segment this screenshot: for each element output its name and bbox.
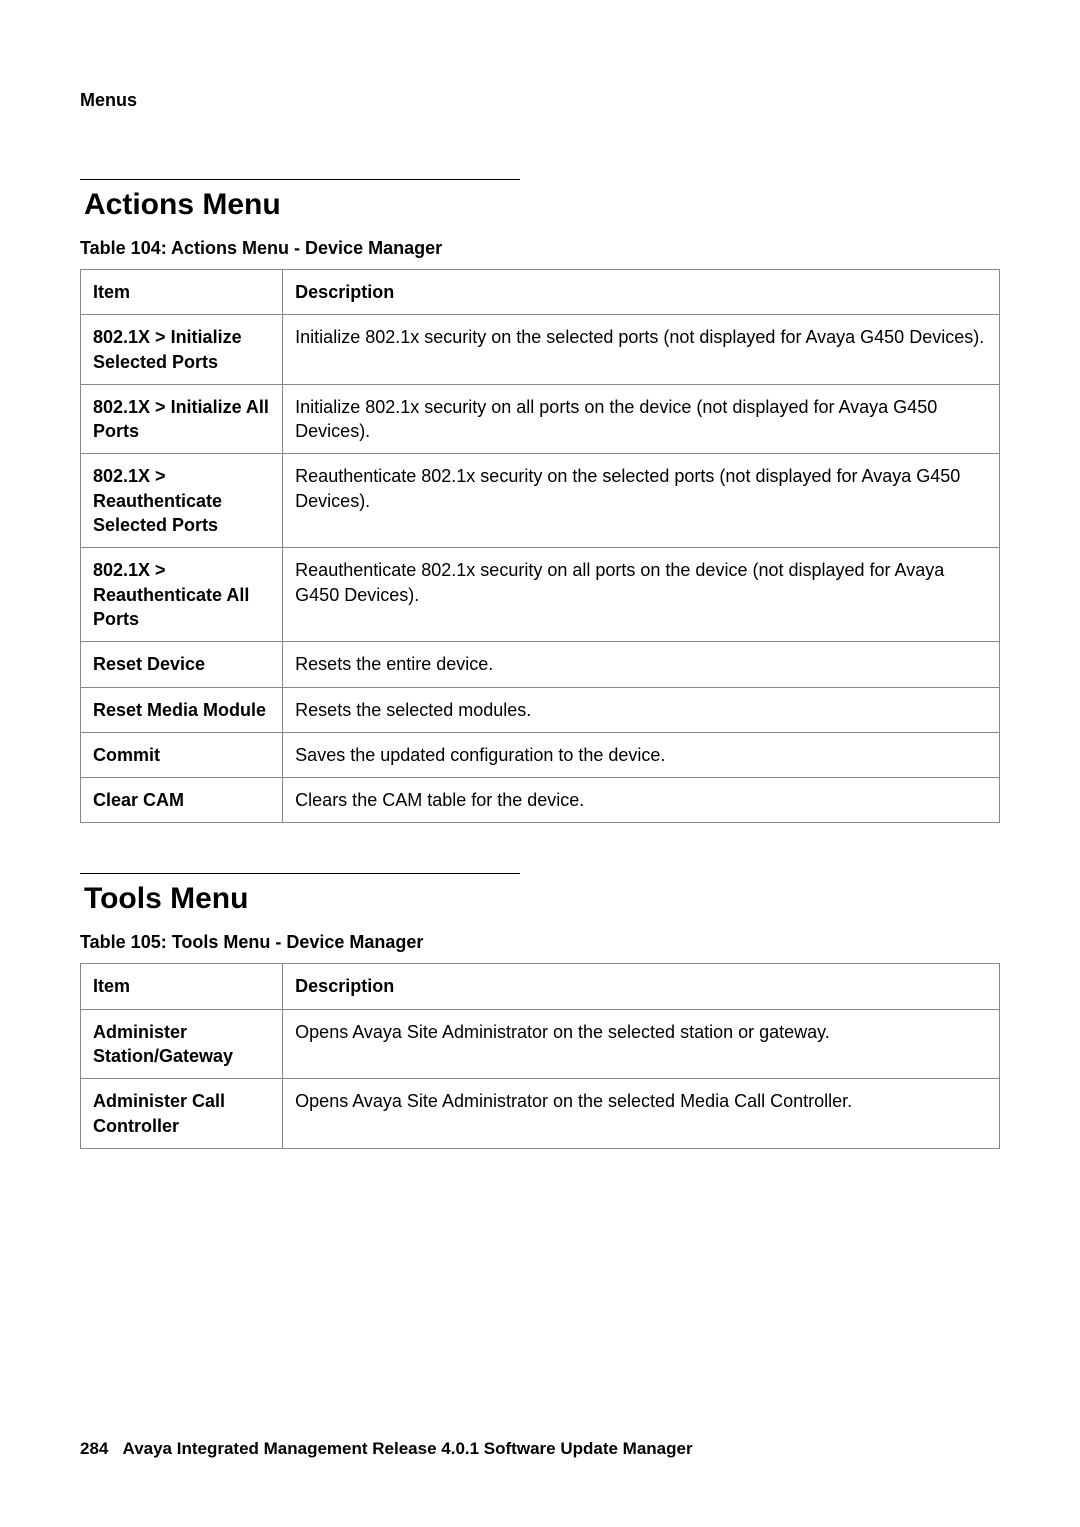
table-row: 802.1X > Reauthenticate Selected Ports R… (81, 454, 1000, 548)
table-row: Administer Call Controller Opens Avaya S… (81, 1079, 1000, 1149)
table-row: Commit Saves the updated configuration t… (81, 732, 1000, 777)
cell-item: Administer Call Controller (81, 1079, 283, 1149)
cell-item: 802.1X > Reauthenticate Selected Ports (81, 454, 283, 548)
table-row: Reset Device Resets the entire device. (81, 642, 1000, 687)
table-104-caption: Table 104: Actions Menu - Device Manager (80, 238, 1000, 259)
cell-description: Initialize 802.1x security on all ports … (283, 384, 1000, 454)
table-header-row: Item Description (81, 270, 1000, 315)
cell-item: Reset Device (81, 642, 283, 687)
cell-item: 802.1X > Initialize Selected Ports (81, 315, 283, 385)
page-footer: 284 Avaya Integrated Management Release … (80, 1439, 693, 1459)
actions-menu-title: Actions Menu (84, 188, 1000, 222)
table-105-caption: Table 105: Tools Menu - Device Manager (80, 932, 1000, 953)
cell-item: 802.1X > Initialize All Ports (81, 384, 283, 454)
table-row: Reset Media Module Resets the selected m… (81, 687, 1000, 732)
tools-menu-section: Tools Menu Table 105: Tools Menu - Devic… (80, 873, 1000, 1148)
section-divider (80, 873, 520, 874)
actions-menu-section: Actions Menu Table 104: Actions Menu - D… (80, 179, 1000, 823)
col-header-item: Item (81, 270, 283, 315)
col-header-description: Description (283, 270, 1000, 315)
table-row: Clear CAM Clears the CAM table for the d… (81, 778, 1000, 823)
table-row: Administer Station/Gateway Opens Avaya S… (81, 1009, 1000, 1079)
footer-text: Avaya Integrated Management Release 4.0.… (123, 1439, 693, 1458)
cell-description: Reauthenticate 802.1x security on the se… (283, 454, 1000, 548)
cell-item: Clear CAM (81, 778, 283, 823)
cell-description: Resets the entire device. (283, 642, 1000, 687)
cell-description: Opens Avaya Site Administrator on the se… (283, 1009, 1000, 1079)
page-number: 284 (80, 1439, 108, 1458)
cell-description: Initialize 802.1x security on the select… (283, 315, 1000, 385)
table-header-row: Item Description (81, 964, 1000, 1009)
cell-item: 802.1X > Reauthenticate All Ports (81, 548, 283, 642)
cell-description: Reauthenticate 802.1x security on all po… (283, 548, 1000, 642)
cell-description: Clears the CAM table for the device. (283, 778, 1000, 823)
cell-description: Opens Avaya Site Administrator on the se… (283, 1079, 1000, 1149)
cell-item: Administer Station/Gateway (81, 1009, 283, 1079)
table-row: 802.1X > Reauthenticate All Ports Reauth… (81, 548, 1000, 642)
page-header-label: Menus (80, 90, 1000, 111)
cell-description: Resets the selected modules. (283, 687, 1000, 732)
col-header-description: Description (283, 964, 1000, 1009)
tools-menu-table: Item Description Administer Station/Gate… (80, 963, 1000, 1148)
actions-menu-table: Item Description 802.1X > Initialize Sel… (80, 269, 1000, 823)
tools-menu-title: Tools Menu (84, 882, 1000, 916)
cell-description: Saves the updated configuration to the d… (283, 732, 1000, 777)
cell-item: Commit (81, 732, 283, 777)
col-header-item: Item (81, 964, 283, 1009)
section-divider (80, 179, 520, 180)
table-row: 802.1X > Initialize All Ports Initialize… (81, 384, 1000, 454)
table-row: 802.1X > Initialize Selected Ports Initi… (81, 315, 1000, 385)
cell-item: Reset Media Module (81, 687, 283, 732)
